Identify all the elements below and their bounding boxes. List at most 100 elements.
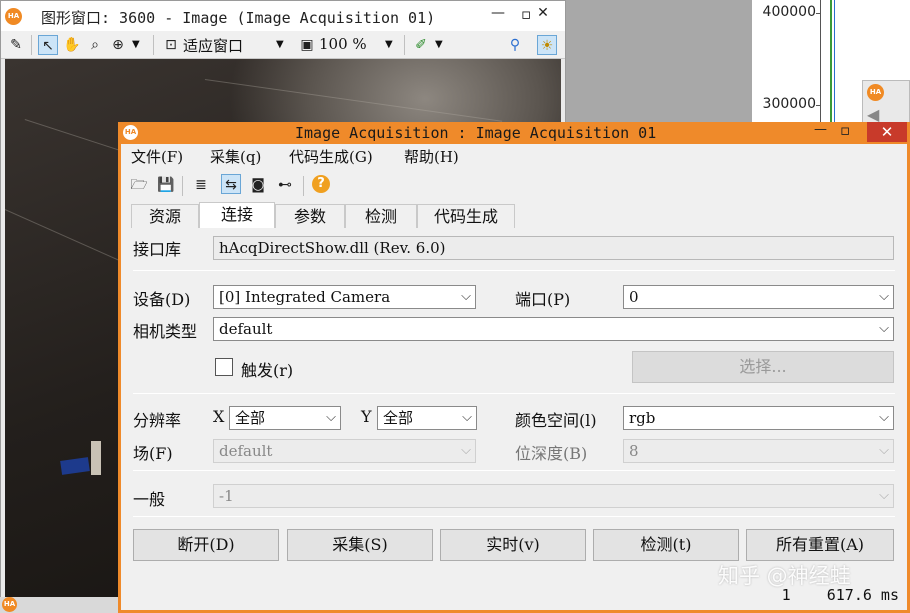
edit-icon[interactable]: ✎ [6,35,26,55]
field-label: 场(F) [133,444,173,463]
menu-help[interactable]: 帮助(H) [404,146,459,167]
minimize-button[interactable]: — [814,122,827,137]
graphics-window-titlebar[interactable]: HA 图形窗口: 3600 - Image (Image Acquisition… [1,1,565,31]
separator [133,516,895,517]
chevron-down-icon[interactable]: ▼ [385,39,393,50]
toolbar-separator [31,35,32,55]
image-detail [60,457,90,475]
bit-depth-label: 位深度(B) [515,444,588,463]
general-value: -1 [219,487,234,505]
reset-all-button[interactable]: 所有重置(A) [746,529,894,561]
tab-parameters[interactable]: 参数 [275,204,345,229]
lightbulb-icon[interactable]: ☀ [537,35,557,55]
y-label: Y [361,407,372,426]
save-icon[interactable]: 💾 [156,175,176,195]
zoom-percent-select[interactable]: 100 % [319,35,367,53]
image-detail [91,441,101,475]
port-label: 端口(P) [515,290,571,309]
y-tick-label: 300000 [762,96,816,112]
interface-label: 接口库 [133,240,182,259]
paint-icon[interactable]: ✐ [411,35,431,55]
device-select[interactable]: [0] Integrated Camera ⌵ [213,285,476,309]
toolbar-separator [153,35,154,55]
resolution-label: 分辨率 [133,411,182,430]
port-value: 0 [629,288,639,306]
y-tick-label: 400000 [762,4,816,20]
pointer-icon[interactable]: ↖ [38,35,58,55]
close-button[interactable]: ✕ [867,122,907,142]
plot-line-blue [834,0,835,130]
halcon-logo-icon: HA [123,125,138,140]
bit-depth-value: 8 [629,442,639,460]
bit-depth-select[interactable]: 8 ⌵ [623,439,894,463]
tab-code-generation[interactable]: 代码生成 [417,204,515,229]
menu-file[interactable]: 文件(F) [131,146,183,167]
connection-panel: 接口库 hAcqDirectShow.dll (Rev. 6.0) 设备(D) … [129,228,899,575]
axis-tick [816,105,821,106]
chevron-down-icon: ⌵ [461,289,471,304]
halcon-logo-icon: HA [2,597,17,612]
trigger-label: 触发(r) [241,361,294,380]
field-value: default [219,442,273,460]
x-label: X [213,407,225,426]
graphics-toolbar: ✎ ↖ ✋ ⌕ ⊕ ▼ ⊡ 适应窗口 ▼ ▣ 100 % ▼ ✐ ▼ ⚲ ☀ [1,31,565,59]
zoom-icon[interactable]: ⌕ [85,35,105,55]
camera-type-select[interactable]: default ⌵ [213,317,894,341]
tab-resources[interactable]: 资源 [131,204,199,229]
snap-button[interactable]: 采集(S) [287,529,433,561]
port-select[interactable]: 0 ⌵ [623,285,894,309]
open-folder-icon[interactable]: 🗁 [129,175,149,195]
general-label: 一般 [133,490,166,509]
image-acquisition-dialog: HA Image Acquisition : Image Acquisition… [118,121,910,613]
graphics-tool-icon[interactable]: ⚲ [505,35,525,55]
connect-icon[interactable]: ⇆ [221,174,241,194]
select-button[interactable]: 选择... [632,351,894,383]
camera-icon[interactable]: ◙ [248,175,268,195]
y-axis [820,0,821,130]
video-camera-icon[interactable]: ⊷ [275,175,295,195]
plot-line-green [830,0,832,130]
dialog-titlebar[interactable]: HA Image Acquisition : Image Acquisition… [118,121,910,144]
tab-inspect[interactable]: 检测 [345,204,417,229]
toolbar-separator [404,35,405,55]
chevron-down-icon[interactable]: ▼ [435,39,443,50]
halcon-logo-icon: HA [867,84,884,101]
chevron-down-icon[interactable]: ▼ [132,39,140,50]
interface-field: hAcqDirectShow.dll (Rev. 6.0) [213,236,894,260]
help-icon[interactable]: ? [312,175,330,193]
chevron-down-icon[interactable]: ▼ [276,39,284,50]
tab-connection[interactable]: 连接 [199,202,275,229]
maximize-button[interactable]: ▫ [840,121,850,139]
graphics-window-title: 图形窗口: 3600 - Image (Image Acquisition 01… [41,9,436,27]
axis-tick [816,13,821,14]
detect-button[interactable]: 检测(t) [593,529,739,561]
chevron-down-icon: ⌵ [326,410,336,425]
toolbar-separator [303,176,304,196]
color-space-label: 颜色空间(l) [515,411,597,430]
color-space-select[interactable]: rgb ⌵ [623,406,894,430]
dialog-title: Image Acquisition : Image Acquisition 01 [295,124,657,142]
chevron-down-icon: ⌵ [879,289,889,304]
disconnect-button[interactable]: 断开(D) [133,529,279,561]
insert-code-icon[interactable]: ≣ [191,175,211,195]
menu-acquire[interactable]: 采集(q) [210,146,261,167]
chevron-down-icon: ⌵ [879,443,889,458]
chevron-down-icon: ⌵ [879,488,889,503]
general-select[interactable]: -1 ⌵ [213,484,894,508]
y-resolution-select[interactable]: 全部 ⌵ [377,406,477,430]
minimize-button[interactable]: — [491,5,505,21]
trigger-checkbox[interactable] [215,358,233,376]
zoom-mode-select[interactable]: 适应窗口 [183,35,243,56]
zoom-percent-icon: ▣ [300,37,314,53]
close-button[interactable]: ✕ [525,5,561,21]
separator [133,270,895,271]
device-label: 设备(D) [133,290,191,309]
zoom-in-icon[interactable]: ⊕ [108,35,128,55]
hand-icon[interactable]: ✋ [62,35,82,55]
live-button[interactable]: 实时(v) [440,529,586,561]
menu-code-generation[interactable]: 代码生成(G) [289,146,373,167]
separator [133,470,895,471]
chevron-down-icon: ⌵ [879,410,889,425]
x-resolution-select[interactable]: 全部 ⌵ [229,406,341,430]
field-select[interactable]: default ⌵ [213,439,476,463]
